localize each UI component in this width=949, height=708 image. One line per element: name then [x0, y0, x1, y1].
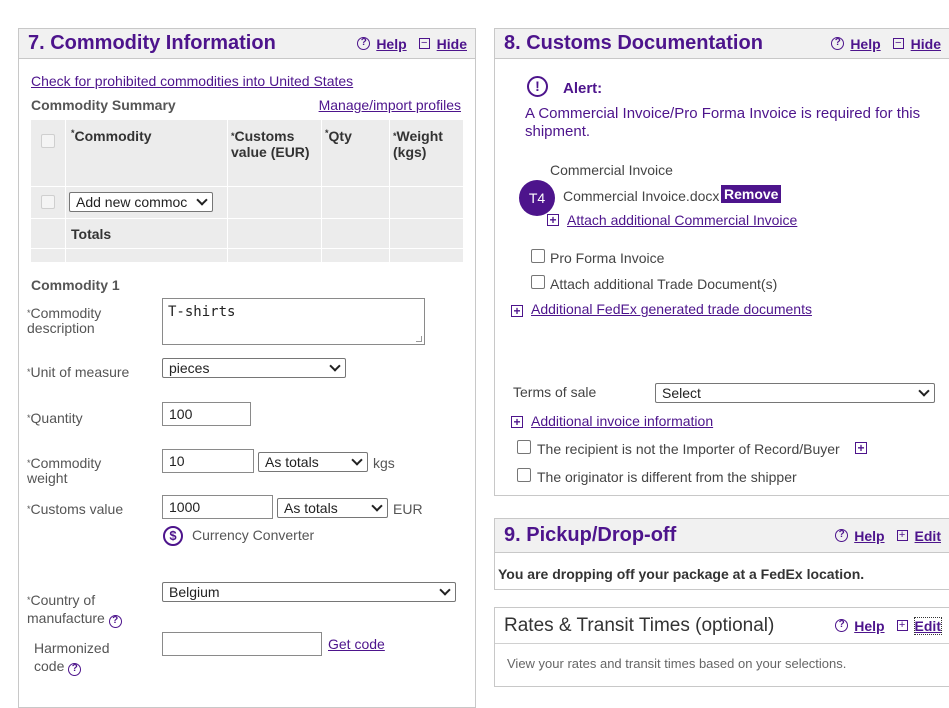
header-weight: *Weight (kgs): [393, 128, 443, 160]
customs-hide-link[interactable]: Hide: [911, 36, 941, 52]
customs-unit: EUR: [393, 501, 423, 517]
attach-trade-checkbox[interactable]: [531, 275, 545, 289]
customs-panel-title: 8. Customs Documentation: [504, 32, 763, 54]
country-select[interactable]: Belgium: [162, 582, 456, 602]
terms-select[interactable]: Select: [655, 383, 935, 403]
commodity-panel-title: 7. Commodity Information: [28, 32, 276, 54]
dollar-icon: $: [163, 526, 183, 546]
customs-panel-header: 8. Customs Documentation ? Help − Hide: [495, 29, 949, 59]
rates-panel: Rates & Transit Times (optional) ? Help …: [494, 607, 949, 687]
unit-label: *Unit of measure: [27, 364, 130, 380]
commodity-section-label: Commodity 1: [31, 277, 120, 293]
alert-icon: !: [527, 76, 548, 97]
pickup-panel-title: 9. Pickup/Drop-off: [504, 524, 677, 546]
pickup-help-link[interactable]: Help: [854, 528, 884, 544]
recipient-not-importer-label: The recipient is not the Importer of Rec…: [537, 441, 840, 457]
plus-icon: +: [511, 305, 523, 317]
customs-panel: 8. Customs Documentation ? Help − Hide !…: [494, 28, 949, 496]
chevron-down-icon: [439, 584, 451, 596]
originator-different-checkbox[interactable]: [517, 468, 531, 482]
harmonized-label: Harmonized code ?: [34, 640, 110, 676]
commercial-invoice-label: Commercial Invoice: [550, 162, 673, 178]
manage-profiles-link[interactable]: Manage/import profiles: [319, 97, 461, 113]
help-icon: ?: [835, 529, 849, 542]
alert-title: Alert:: [563, 80, 603, 97]
attach-trade-label: Attach additional Trade Document(s): [550, 276, 778, 292]
prohibited-commodities-link[interactable]: Check for prohibited commodities into Un…: [31, 73, 353, 89]
pickup-panel: 9. Pickup/Drop-off ? Help + Edit You are…: [494, 518, 949, 590]
customs-value-input[interactable]: 1000: [162, 495, 273, 519]
rates-panel-header: Rates & Transit Times (optional) ? Help …: [495, 608, 949, 644]
collapse-icon: −: [418, 38, 430, 49]
terms-label: Terms of sale: [513, 384, 597, 400]
chevron-down-icon: [196, 194, 208, 206]
help-icon[interactable]: ?: [108, 615, 122, 628]
header-customs-value: *Customs value (EUR): [231, 128, 310, 160]
commodity-summary-table: *Commodity *Customs value (EUR) *Qty *We…: [31, 120, 463, 262]
commodity-panel: 7. Commodity Information ? Help − Hide C…: [18, 28, 476, 708]
commodity-summary-label: Commodity Summary: [31, 97, 176, 113]
description-textarea[interactable]: T-shirts: [162, 298, 425, 345]
rates-panel-title: Rates & Transit Times (optional): [504, 614, 775, 636]
header-commodity: *Commodity: [71, 128, 152, 144]
chevron-down-icon: [371, 500, 383, 512]
add-commodity-select[interactable]: Add new commoc: [69, 192, 213, 212]
alert-text: A Commercial Invoice/Pro Forma Invoice i…: [525, 105, 921, 140]
weight-input[interactable]: 10: [162, 449, 254, 473]
expand-icon: +: [896, 620, 908, 631]
totals-label: Totals: [71, 226, 112, 242]
pickup-edit-link[interactable]: Edit: [915, 528, 941, 544]
weight-label: *Commodity weight: [27, 455, 102, 486]
recipient-not-importer-checkbox[interactable]: [517, 440, 531, 454]
commodity-help-link[interactable]: Help: [376, 36, 406, 52]
customs-value-label: *Customs value: [27, 501, 124, 517]
pickup-panel-header: 9. Pickup/Drop-off ? Help + Edit: [495, 519, 949, 553]
customs-help-link[interactable]: Help: [850, 36, 880, 52]
collapse-icon: −: [892, 38, 904, 49]
weight-mode-select[interactable]: As totals: [258, 452, 368, 472]
additional-invoice-link[interactable]: Additional invoice information: [531, 413, 713, 429]
currency-converter-link[interactable]: Currency Converter: [192, 528, 314, 543]
attach-commercial-invoice-link[interactable]: Attach additional Commercial Invoice: [567, 212, 797, 228]
harmonized-input[interactable]: [162, 632, 322, 656]
commodity-panel-header: 7. Commodity Information ? Help − Hide: [19, 29, 475, 59]
plus-icon: +: [511, 416, 523, 428]
help-icon: ?: [831, 37, 845, 50]
get-code-link[interactable]: Get code: [328, 636, 385, 652]
weight-unit: kgs: [373, 455, 395, 471]
pickup-text: You are dropping off your package at a F…: [498, 566, 865, 582]
chevron-down-icon: [329, 360, 341, 372]
chevron-down-icon: [918, 385, 930, 397]
rates-text: View your rates and transit times based …: [507, 656, 847, 671]
expand-icon: +: [896, 530, 908, 541]
help-icon: ?: [835, 619, 849, 632]
country-label: *Country of manufacture ?: [27, 591, 137, 628]
commodity-hide-link[interactable]: Hide: [437, 36, 467, 52]
help-icon: ?: [357, 37, 371, 50]
rates-edit-link[interactable]: Edit: [913, 616, 943, 635]
rates-help-link[interactable]: Help: [854, 618, 884, 634]
unit-select[interactable]: pieces: [162, 358, 346, 378]
header-qty: *Qty: [325, 128, 352, 144]
pro-forma-checkbox[interactable]: [531, 249, 545, 263]
select-all-checkbox[interactable]: [41, 134, 55, 148]
additional-docs-link[interactable]: Additional FedEx generated trade documen…: [531, 301, 812, 317]
remove-button[interactable]: Remove: [721, 185, 782, 203]
help-icon[interactable]: ?: [68, 663, 82, 676]
row-checkbox[interactable]: [41, 195, 55, 209]
plus-icon: +: [547, 214, 559, 226]
plus-icon[interactable]: +: [855, 442, 867, 454]
chevron-down-icon: [351, 454, 363, 466]
quantity-input[interactable]: 100: [162, 402, 251, 426]
file-name: Commercial Invoice.docx: [563, 188, 720, 204]
file-avatar: T4: [519, 180, 555, 216]
originator-different-label: The originator is different from the shi…: [537, 469, 797, 485]
quantity-label: *Quantity: [27, 410, 83, 426]
description-label: *Commodity description: [27, 305, 102, 336]
customs-mode-select[interactable]: As totals: [277, 498, 388, 518]
pro-forma-label: Pro Forma Invoice: [550, 250, 665, 266]
